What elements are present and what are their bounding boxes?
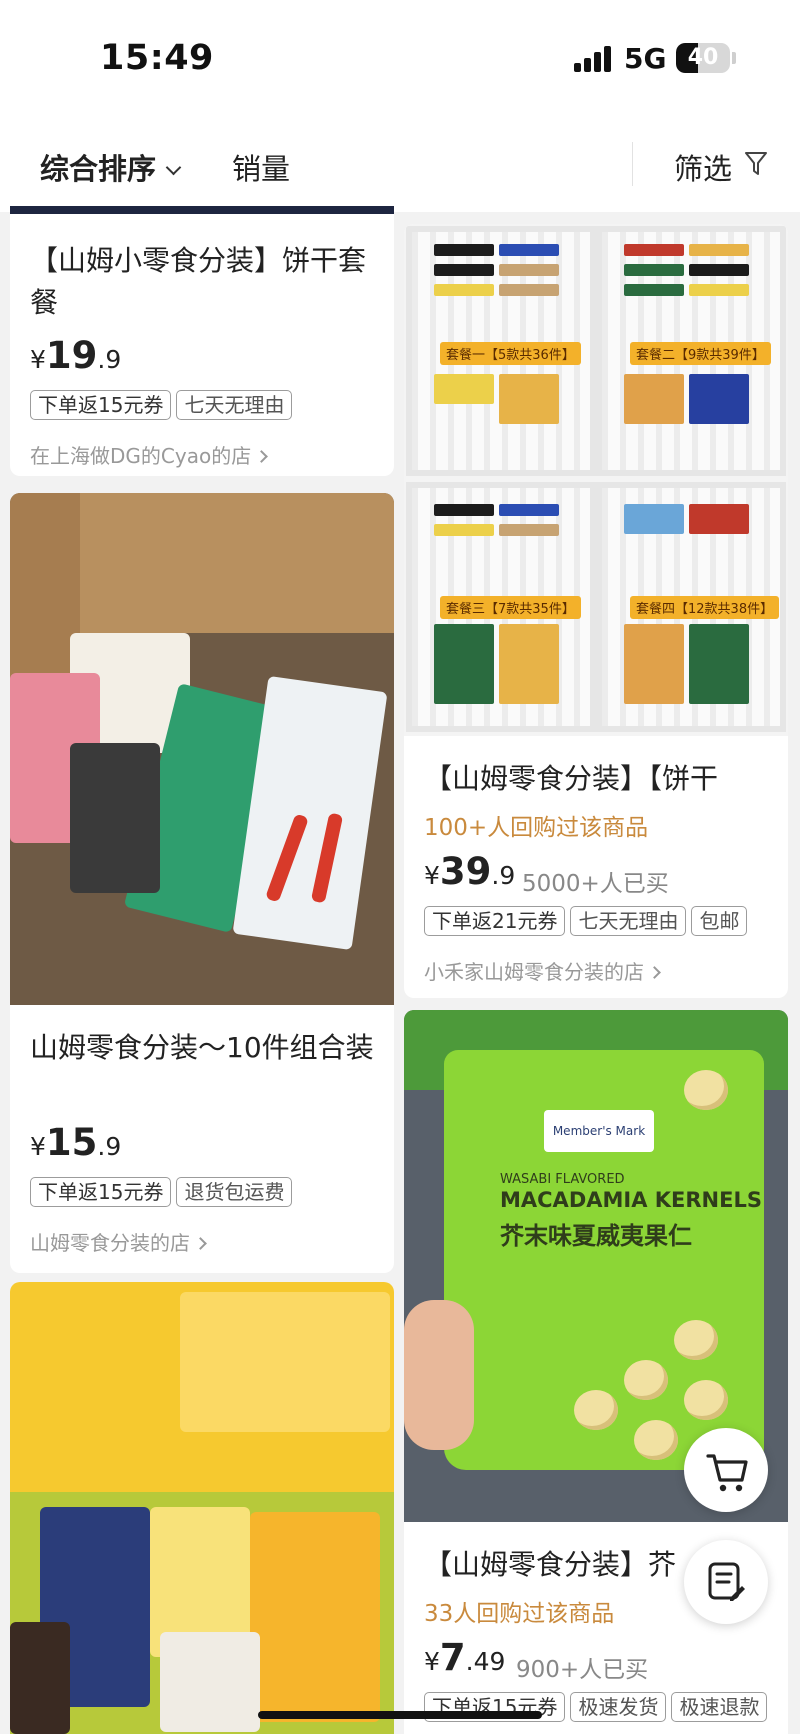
- shop-link[interactable]: 在上海做DG的Cyao的店: [30, 440, 269, 469]
- product-title: 【山姆小零食分装】饼干套餐: [30, 244, 367, 319]
- status-time: 15:49: [100, 38, 214, 78]
- cart-button[interactable]: [684, 1428, 768, 1512]
- currency-symbol: ¥: [424, 1647, 440, 1676]
- notes-button[interactable]: [684, 1540, 768, 1624]
- service-tag: 七天无理由: [176, 390, 293, 420]
- shop-link[interactable]: 小禾家山姆零食分装的店: [424, 956, 661, 985]
- cart-icon: [706, 1454, 748, 1492]
- chevron-right-icon: [255, 450, 269, 463]
- funnel-icon[interactable]: [744, 150, 768, 178]
- home-indicator: [258, 1711, 542, 1719]
- product-title: 山姆零食分装～10件组合装: [30, 1031, 374, 1064]
- status-bar: 15:49 5G 40: [0, 0, 800, 120]
- note-edit-icon: [708, 1562, 745, 1601]
- product-tags: 下单返21元券 七天无理由 包邮: [424, 906, 752, 936]
- brand-logo: Member's Mark: [544, 1110, 654, 1152]
- sold-count: 900+人已买: [516, 1657, 649, 1683]
- signal-icon: [574, 46, 612, 72]
- repurchase-text: 33人回购过该商品: [424, 1601, 615, 1627]
- service-tag: 极速发货: [570, 1692, 667, 1722]
- image-label: 套餐四【12款共38件】: [630, 596, 780, 619]
- coupon-tag: 下单返21元券: [424, 906, 566, 936]
- sortbar-divider: [632, 142, 633, 186]
- product-price: ¥19.9: [30, 334, 121, 377]
- image-label: 套餐一【5款共36件】: [440, 342, 581, 365]
- battery-icon: 40: [676, 43, 730, 73]
- price-decimal: .9: [97, 1132, 122, 1161]
- price-integer: 15: [45, 1121, 98, 1164]
- price-decimal: .9: [97, 345, 122, 374]
- service-tag: 七天无理由: [570, 906, 687, 936]
- shop-name: 山姆零食分装的店: [30, 1231, 190, 1255]
- product-card[interactable]: 【山姆小零食分装】饼干套餐 ¥19.9 下单返15元券 七天无理由 在上海做DG的…: [10, 206, 394, 476]
- sort-comprehensive-label: 综合排序: [40, 152, 157, 186]
- product-image: 套餐一【5款共36件】 套餐二【9款共39件】 套餐三【7款共35件】 套餐四【…: [404, 224, 788, 736]
- price-integer: 39: [439, 850, 492, 893]
- product-price: ¥7.49: [424, 1636, 505, 1679]
- chevron-right-icon: [194, 1237, 207, 1250]
- sort-comprehensive-button[interactable]: 综合排序: [40, 146, 182, 188]
- product-title: 【山姆零食分装】【饼干: [424, 762, 719, 795]
- shop-name: 小禾家山姆零食分装的店: [424, 960, 644, 984]
- bag-flavor: WASABI FLAVORED: [500, 1172, 625, 1187]
- sold-count: 5000+人已买: [522, 871, 669, 897]
- network-type: 5G: [624, 42, 667, 75]
- bag-name-zh: 芥末味夏威夷果仁: [500, 1222, 692, 1250]
- currency-symbol: ¥: [424, 861, 440, 890]
- chevron-right-icon: [648, 966, 661, 979]
- currency-symbol: ¥: [30, 1132, 46, 1161]
- product-card[interactable]: Member's Mark WASABI FLAVORED MACADAMIA …: [404, 1010, 788, 1734]
- sort-bar: 综合排序 销量 筛选: [0, 120, 800, 212]
- image-label: 套餐二【9款共39件】: [630, 342, 771, 365]
- price-integer: 19: [45, 334, 98, 377]
- service-tag: 极速退款: [671, 1692, 768, 1722]
- coupon-tag: 下单返15元券: [30, 1177, 172, 1207]
- product-image: [10, 1282, 394, 1734]
- product-price: ¥39.9: [424, 850, 515, 893]
- product-bag: Member's Mark WASABI FLAVORED MACADAMIA …: [444, 1050, 764, 1470]
- product-image-edge: [10, 206, 394, 214]
- filter-button[interactable]: 筛选: [674, 146, 732, 188]
- price-decimal: .49: [465, 1647, 506, 1676]
- shop-name: 在上海做DG的Cyao的店: [30, 444, 252, 468]
- bag-name-en: MACADAMIA KERNELS: [500, 1188, 762, 1212]
- coupon-tag: 下单返15元券: [30, 390, 172, 420]
- product-image: [10, 493, 394, 1005]
- image-label: 套餐三【7款共35件】: [440, 596, 581, 619]
- product-card[interactable]: [10, 1282, 394, 1734]
- product-card[interactable]: 套餐一【5款共36件】 套餐二【9款共39件】 套餐三【7款共35件】 套餐四【…: [404, 224, 788, 998]
- service-tag: 退货包运费: [176, 1177, 293, 1207]
- sort-sales-button[interactable]: 销量: [232, 146, 290, 188]
- service-tag: 包邮: [691, 906, 748, 936]
- shop-link[interactable]: 山姆零食分装的店: [30, 1227, 207, 1256]
- product-card[interactable]: 山姆零食分装～10件组合装 ¥15.9 下单返15元券 退货包运费 山姆零食分装的…: [10, 493, 394, 1273]
- product-tags: 下单返15元券 七天无理由: [30, 390, 297, 420]
- product-tags: 下单返15元券 退货包运费: [30, 1177, 297, 1207]
- price-decimal: .9: [491, 861, 516, 890]
- currency-symbol: ¥: [30, 345, 46, 374]
- battery-tip: [732, 52, 736, 64]
- product-price: ¥15.9: [30, 1121, 121, 1164]
- product-title: 【山姆零食分装】芥: [424, 1548, 677, 1581]
- repurchase-text: 100+人回购过该商品: [424, 815, 649, 841]
- battery-percent: 40: [687, 45, 719, 70]
- hand: [404, 1300, 474, 1450]
- price-integer: 7: [439, 1636, 466, 1679]
- chevron-down-icon: [165, 159, 182, 176]
